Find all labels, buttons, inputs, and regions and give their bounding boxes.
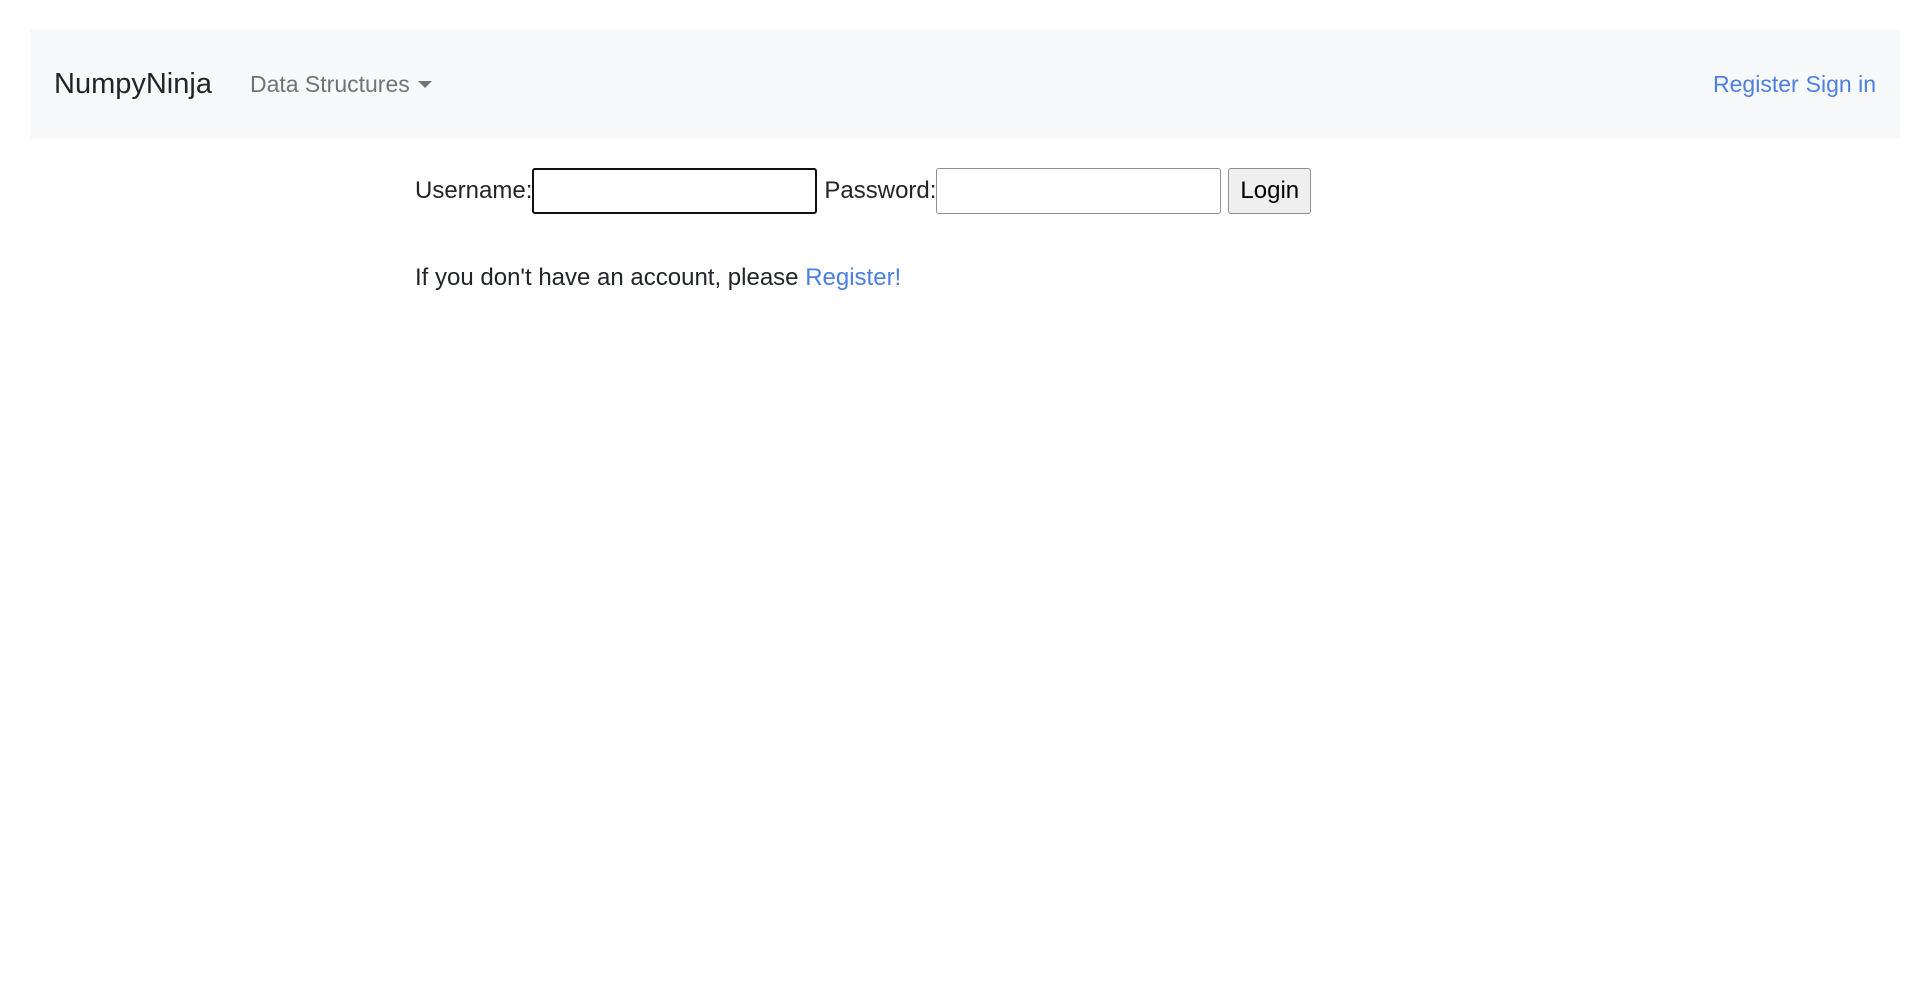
password-input[interactable] xyxy=(936,168,1222,214)
register-prompt-link[interactable]: Register! xyxy=(805,264,901,291)
username-input[interactable] xyxy=(532,168,818,214)
data-structures-dropdown[interactable]: Data Structures xyxy=(250,71,432,98)
login-button[interactable]: Login xyxy=(1228,168,1312,214)
password-label: Password: xyxy=(824,177,937,204)
caret-down-icon xyxy=(417,81,432,88)
brand-link[interactable]: NumpyNinja xyxy=(54,68,212,101)
sign-in-link[interactable]: Sign in xyxy=(1806,71,1876,98)
nav-auth-links: Register Sign in xyxy=(1713,71,1876,98)
dropdown-label: Data Structures xyxy=(249,71,410,97)
register-prompt: If you don't have an account, please Reg… xyxy=(415,264,901,292)
register-link[interactable]: Register xyxy=(1713,71,1799,98)
username-label: Username: xyxy=(415,177,533,204)
register-prompt-text: If you don't have an account, please xyxy=(415,264,806,291)
top-navbar: NumpyNinja Data Structures Register Sign… xyxy=(30,30,1900,139)
login-form: Username: Password: Login xyxy=(415,168,1312,214)
